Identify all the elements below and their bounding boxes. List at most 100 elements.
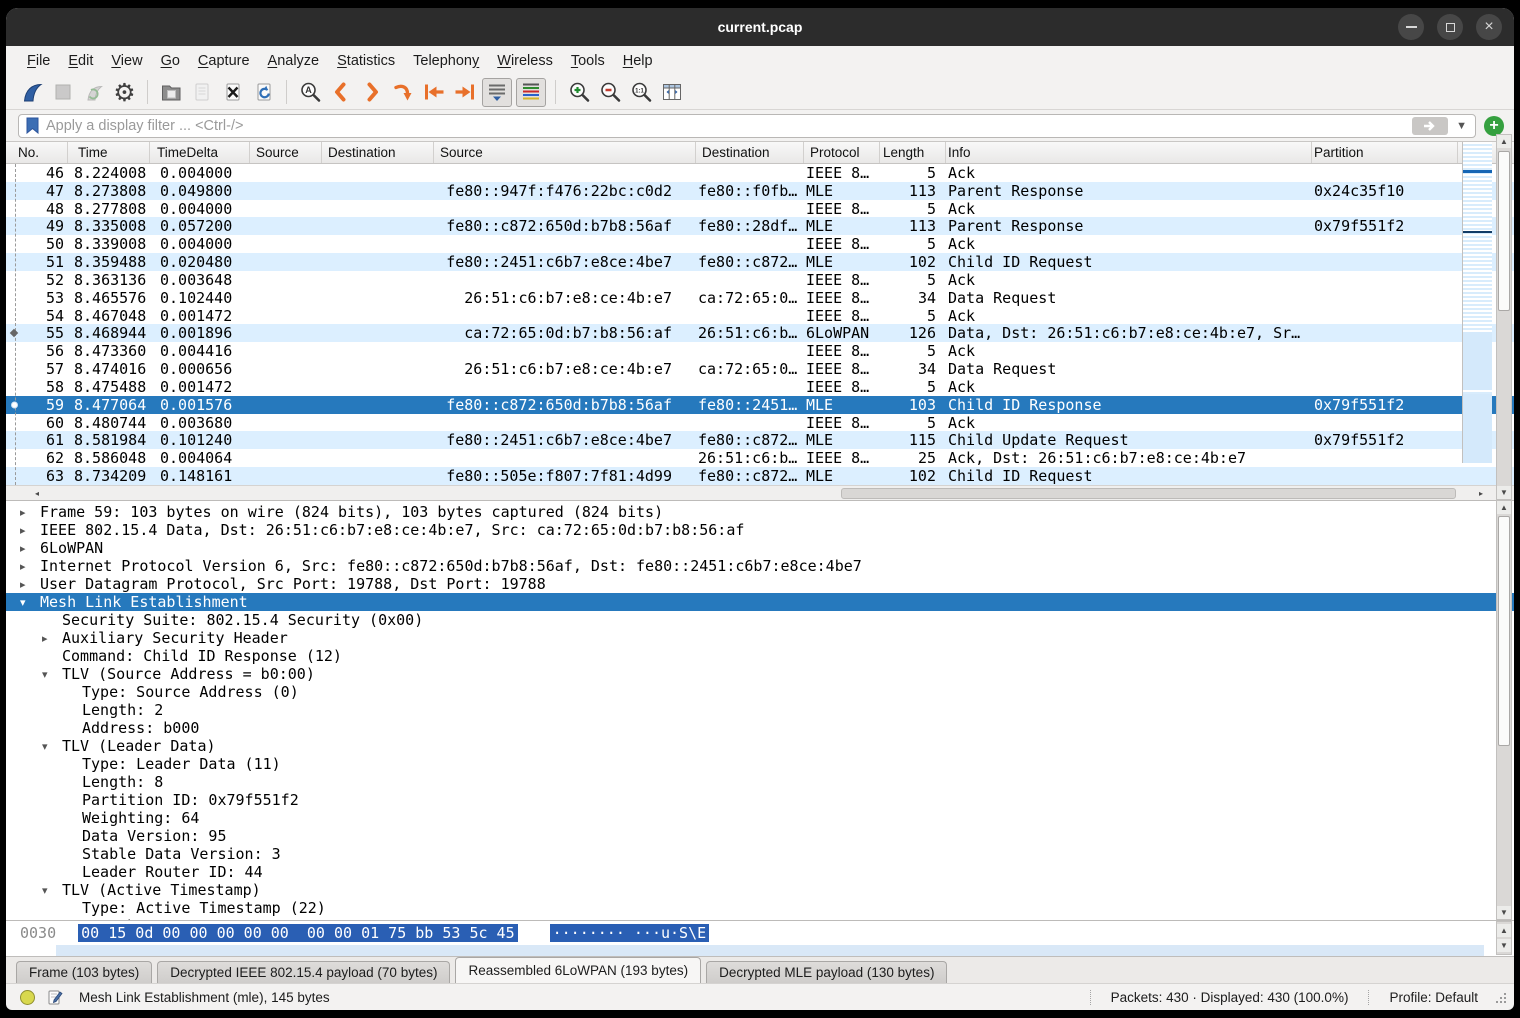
stop-capture-button[interactable] <box>49 78 76 107</box>
packet-row-57[interactable]: 578.4740160.00065626:51:c6:b7:e8:ce:4b:e… <box>6 360 1514 378</box>
open-file-button[interactable] <box>157 78 184 107</box>
add-filter-button[interactable]: + <box>1484 116 1504 136</box>
status-profile[interactable]: Profile: Default <box>1389 990 1478 1005</box>
expand-icon[interactable]: ▸ <box>42 632 62 645</box>
detail-line[interactable]: ▸IEEE 802.15.4 Data, Dst: 26:51:c6:b7:e8… <box>6 521 1514 539</box>
expand-icon[interactable]: ▸ <box>20 560 40 573</box>
menu-file[interactable]: File <box>18 50 59 72</box>
colorize-toggle[interactable] <box>516 78 546 107</box>
packet-list-hscrollbar[interactable]: ◂ ▸ <box>6 485 1514 500</box>
menu-edit[interactable]: Edit <box>59 50 102 72</box>
detail-line[interactable]: Data Version: 95 <box>6 827 1514 845</box>
packet-row-63[interactable]: 638.7342090.148161fe80::505e:f807:7f81:4… <box>6 467 1514 485</box>
collapse-icon[interactable]: ▾ <box>42 884 62 897</box>
resize-grip[interactable] <box>1494 991 1506 1003</box>
column-header-src2[interactable]: Source <box>434 142 696 163</box>
packet-row-56[interactable]: 568.4733600.004416IEEE 8…5Ack <box>6 342 1514 360</box>
scroll-down-icon[interactable]: ▼ <box>1497 486 1511 499</box>
column-header-info[interactable]: Info <box>946 142 1312 163</box>
expand-icon[interactable]: ▸ <box>20 524 40 537</box>
scroll-up-icon[interactable]: ▲ <box>1497 924 1511 937</box>
reload-file-button[interactable] <box>250 78 277 107</box>
display-filter-input[interactable] <box>46 118 1406 134</box>
capture-comment-icon[interactable] <box>47 989 63 1005</box>
detail-line[interactable]: ▾TLV (Source Address = b0:00) <box>6 665 1514 683</box>
menu-go[interactable]: Go <box>152 50 189 72</box>
save-file-button[interactable] <box>188 78 215 107</box>
expand-icon[interactable]: ▸ <box>20 578 40 591</box>
filter-dropdown-icon[interactable]: ▼ <box>1454 120 1469 132</box>
minimize-button[interactable] <box>1398 14 1424 40</box>
packet-row-51[interactable]: 518.3594880.020480fe80::2451:c6b7:e8ce:4… <box>6 253 1514 271</box>
column-header-time[interactable]: Time <box>68 142 150 163</box>
detail-line[interactable]: Stable Data Version: 3 <box>6 845 1514 863</box>
collapse-icon[interactable]: ▾ <box>20 596 40 609</box>
expert-info-icon[interactable] <box>20 990 35 1005</box>
restart-capture-button[interactable] <box>80 78 107 107</box>
hex-scrollbar[interactable]: ▲ ▼ <box>1496 921 1512 955</box>
tab-frame[interactable]: Frame (103 bytes) <box>16 961 152 983</box>
resize-columns-button[interactable] <box>658 78 685 107</box>
packet-row-53[interactable]: 538.4655760.10244026:51:c6:b7:e8:ce:4b:e… <box>6 289 1514 307</box>
close-file-button[interactable] <box>219 78 246 107</box>
menu-analyze[interactable]: Analyze <box>259 50 329 72</box>
detail-line[interactable]: ▸Internet Protocol Version 6, Src: fe80:… <box>6 557 1514 575</box>
packet-row-62[interactable]: 628.5860480.00406426:51:c6:b…IEEE 8…25Ac… <box>6 449 1514 467</box>
find-packet-button[interactable]: A <box>296 78 323 107</box>
scroll-down-icon[interactable]: ▼ <box>1497 906 1511 919</box>
go-last-button[interactable] <box>451 78 478 107</box>
filter-bookmark-icon[interactable] <box>25 117 40 134</box>
expand-icon[interactable]: ▸ <box>20 542 40 555</box>
detail-line[interactable]: Weighting: 64 <box>6 809 1514 827</box>
packet-row-48[interactable]: 488.2778080.004000IEEE 8…5Ack <box>6 200 1514 218</box>
packet-row-47[interactable]: 478.2738080.049800fe80::947f:f476:22bc:c… <box>6 182 1514 200</box>
detail-line[interactable]: Type: Active Timestamp (22) <box>6 899 1514 917</box>
column-header-proto[interactable]: Protocol <box>804 142 880 163</box>
details-scrollbar[interactable]: ▲ ▼ <box>1496 500 1512 920</box>
column-header-delta[interactable]: TimeDelta <box>150 142 250 163</box>
zoom-in-button[interactable] <box>565 78 592 107</box>
apply-filter-button[interactable] <box>1412 117 1448 135</box>
auto-scroll-toggle[interactable] <box>482 78 512 107</box>
scroll-up-icon[interactable]: ▲ <box>1497 135 1511 148</box>
detail-line[interactable]: ▾Mesh Link Establishment <box>6 593 1514 611</box>
zoom-original-button[interactable]: 1:1 <box>627 78 654 107</box>
column-header-part[interactable]: Partition <box>1312 142 1458 163</box>
collapse-icon[interactable]: ▾ <box>42 668 62 681</box>
maximize-button[interactable] <box>1437 14 1463 40</box>
detail-line[interactable]: ▸User Datagram Protocol, Src Port: 19788… <box>6 575 1514 593</box>
menu-tools[interactable]: Tools <box>562 50 614 72</box>
display-filter-box[interactable]: ▼ <box>18 114 1476 138</box>
menu-help[interactable]: Help <box>614 50 662 72</box>
go-back-button[interactable] <box>327 78 354 107</box>
scroll-down-icon[interactable]: ▼ <box>1497 939 1511 952</box>
hex-ascii-selected[interactable]: ········ ···u·S\E <box>550 924 710 942</box>
packet-minimap[interactable] <box>1462 142 1492 463</box>
hscroll-thumb[interactable] <box>841 488 1456 499</box>
scroll-up-icon[interactable]: ▲ <box>1497 501 1511 514</box>
menu-view[interactable]: View <box>102 50 151 72</box>
hex-bytes-selected[interactable]: 00 15 0d 00 00 00 00 00 00 00 01 75 bb 5… <box>78 924 517 942</box>
detail-line[interactable]: Partition ID: 0x79f551f2 <box>6 791 1514 809</box>
go-to-packet-button[interactable] <box>389 78 416 107</box>
zoom-out-button[interactable] <box>596 78 623 107</box>
column-header-len[interactable]: Length <box>880 142 946 163</box>
tab-decrypted-ieee-payload[interactable]: Decrypted IEEE 802.15.4 payload (70 byte… <box>157 961 450 983</box>
capture-options-button[interactable]: ⚙ <box>111 78 138 107</box>
packet-row-54[interactable]: 548.4670480.001472IEEE 8…5Ack <box>6 307 1514 325</box>
close-button[interactable]: × <box>1476 14 1502 40</box>
start-capture-button[interactable] <box>18 78 45 107</box>
detail-line[interactable]: Type: Leader Data (11) <box>6 755 1514 773</box>
packet-row-52[interactable]: 528.3631360.003648IEEE 8…5Ack <box>6 271 1514 289</box>
column-header-dst1[interactable]: Destination <box>322 142 434 163</box>
packet-row-55[interactable]: 558.4689440.001896ca:72:65:0d:b7:b8:56:a… <box>6 324 1514 342</box>
menu-capture[interactable]: Capture <box>189 50 259 72</box>
detail-line[interactable]: Address: b000 <box>6 719 1514 737</box>
collapse-icon[interactable]: ▾ <box>42 740 62 753</box>
hscroll-left-arrow-icon[interactable]: ◂ <box>30 486 44 500</box>
hex-row[interactable]: 0030 00 15 0d 00 00 00 00 00 00 00 01 75… <box>6 921 1514 942</box>
details-scroll-thumb[interactable] <box>1498 516 1510 746</box>
go-forward-button[interactable] <box>358 78 385 107</box>
detail-line[interactable]: Security Suite: 802.15.4 Security (0x00) <box>6 611 1514 629</box>
detail-line[interactable]: ▸6LoWPAN <box>6 539 1514 557</box>
